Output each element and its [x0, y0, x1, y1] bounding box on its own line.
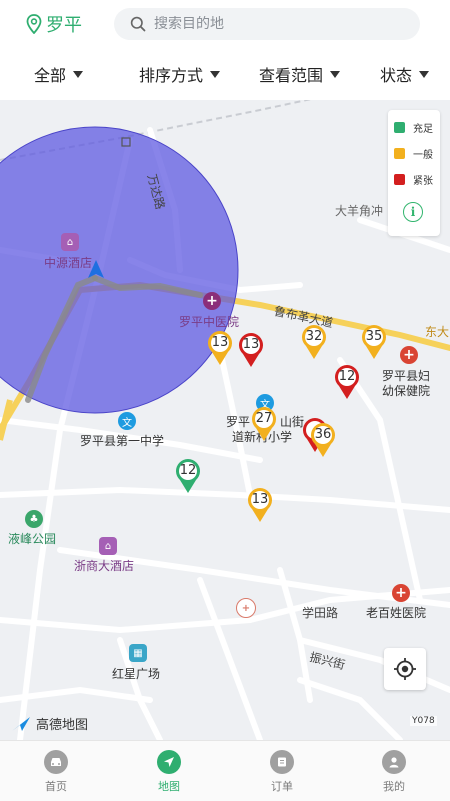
locate-icon: [394, 658, 416, 680]
tab-home[interactable]: 首页: [16, 741, 96, 801]
station-pin-count: 32: [305, 329, 323, 344]
amap-logo-icon: [12, 716, 30, 731]
filter-status-label: 状态: [380, 66, 413, 85]
station-pin[interactable]: 12: [333, 363, 361, 401]
amap-logo-text: 高德地图: [36, 718, 89, 733]
station-pin-count: 13: [242, 337, 260, 352]
filter-sort-label: 排序方式: [139, 66, 204, 85]
navigation-icon: [157, 750, 181, 774]
poi-label-laobaixing-hospital: 老百姓医院: [366, 606, 427, 620]
place-label-dongda: 东大: [425, 325, 450, 339]
place-label-dayang: 大羊角冲: [335, 204, 384, 218]
station-pin-count: 35: [365, 329, 383, 344]
hotel-icon: ⌂: [99, 537, 117, 555]
poi-label-tcm-hospital: 罗平中医院: [179, 315, 240, 329]
legend-item-tight: 紧张: [394, 172, 433, 187]
road-label-xuetian: 学田路: [302, 606, 339, 620]
poi-label-zhongyuan-hotel: 中源酒店: [44, 256, 93, 270]
station-pin[interactable]: 12: [174, 457, 202, 495]
poi-label-hongxing-square: 红星广场: [112, 667, 161, 681]
search-icon: [130, 16, 146, 32]
caret-down-icon: [330, 70, 341, 78]
legend-item-normal: 一般: [394, 146, 433, 161]
info-icon[interactable]: i: [403, 202, 423, 222]
filter-range-label: 查看范围: [259, 66, 324, 85]
poi-label-zheshang-hotel: 浙商大酒店: [74, 559, 135, 573]
poi-label-no1-middle-school: 罗平县第一中学: [80, 434, 165, 448]
amap-logo: 高德地图: [10, 714, 88, 733]
city-name: 罗平: [46, 15, 82, 36]
order-icon: [270, 750, 294, 774]
city-selector[interactable]: 罗平: [26, 10, 82, 38]
tab-orders-label: 订单: [271, 780, 293, 793]
filter-all[interactable]: 全部: [34, 48, 84, 100]
legend-label: 充足: [413, 123, 433, 135]
clinic-icon: +: [236, 598, 256, 618]
legend-swatch-red: [394, 173, 405, 185]
station-pin[interactable]: 13: [246, 486, 274, 524]
filter-bar: 全部 排序方式 查看范围 状态: [0, 48, 450, 100]
poi-label-yefeng-park: 液峰公园: [8, 532, 57, 546]
tab-profile[interactable]: 我的: [354, 741, 434, 801]
location-pin-icon: [26, 14, 42, 34]
tab-map-label: 地图: [158, 780, 180, 793]
legend-swatch-yellow: [394, 147, 405, 159]
station-pin-count: 36: [314, 427, 332, 442]
legend-swatch-green: [394, 121, 405, 133]
car-icon: [44, 750, 68, 774]
status-legend: 充足 一般 紧张 i: [388, 110, 440, 236]
hotel-icon: ⌂: [61, 233, 79, 251]
caret-down-icon: [419, 70, 430, 78]
search-input[interactable]: [154, 16, 394, 32]
station-pin[interactable]: 35: [360, 323, 388, 361]
filter-range[interactable]: 查看范围: [259, 48, 341, 100]
legend-item-sufficient: 充足: [394, 120, 433, 135]
map-base: [0, 100, 450, 740]
station-pin[interactable]: 36: [309, 421, 337, 459]
tab-orders[interactable]: 订单: [242, 741, 322, 801]
hospital-icon: +: [203, 292, 221, 310]
station-pin[interactable]: 27: [250, 405, 278, 443]
park-icon: ♣: [25, 510, 43, 528]
user-icon: [382, 750, 406, 774]
station-pin[interactable]: 13: [237, 331, 265, 369]
filter-sort[interactable]: 排序方式: [139, 48, 221, 100]
search-bar[interactable]: [114, 8, 420, 40]
caret-down-icon: [210, 70, 221, 78]
filter-status[interactable]: 状态: [380, 48, 430, 100]
station-pin[interactable]: 32: [300, 323, 328, 361]
legend-label: 紧张: [413, 175, 433, 187]
tab-map[interactable]: 地图: [129, 741, 209, 801]
school-icon: 文: [118, 412, 136, 430]
station-pin-count: 13: [211, 335, 229, 350]
station-pin-count: 27: [255, 411, 273, 426]
bottom-tab-bar: 首页 地图 订单 我的: [0, 740, 450, 801]
square-icon: ▦: [129, 644, 147, 662]
hospital-icon: +: [400, 346, 418, 364]
caret-down-icon: [73, 70, 84, 78]
station-pin-count: 13: [251, 492, 269, 507]
road-code-label: Y078: [410, 716, 437, 726]
filter-all-label: 全部: [34, 66, 67, 85]
map-view[interactable]: ⌂ + + 文 文 ♣ ⌂ + ▦ + 万达路 大羊角冲 中源酒店 罗平中医院 …: [0, 100, 450, 740]
tab-home-label: 首页: [45, 780, 67, 793]
top-bar: 罗平: [0, 0, 450, 48]
station-pin-count: 12: [338, 369, 356, 384]
station-pin-count: 12: [179, 463, 197, 478]
tab-profile-label: 我的: [383, 780, 405, 793]
station-pin[interactable]: 13: [206, 329, 234, 367]
poi-label-maternal-2: 幼保健院: [382, 384, 431, 398]
hospital-icon: +: [392, 584, 410, 602]
locate-button[interactable]: [384, 648, 426, 690]
legend-label: 一般: [413, 149, 433, 161]
